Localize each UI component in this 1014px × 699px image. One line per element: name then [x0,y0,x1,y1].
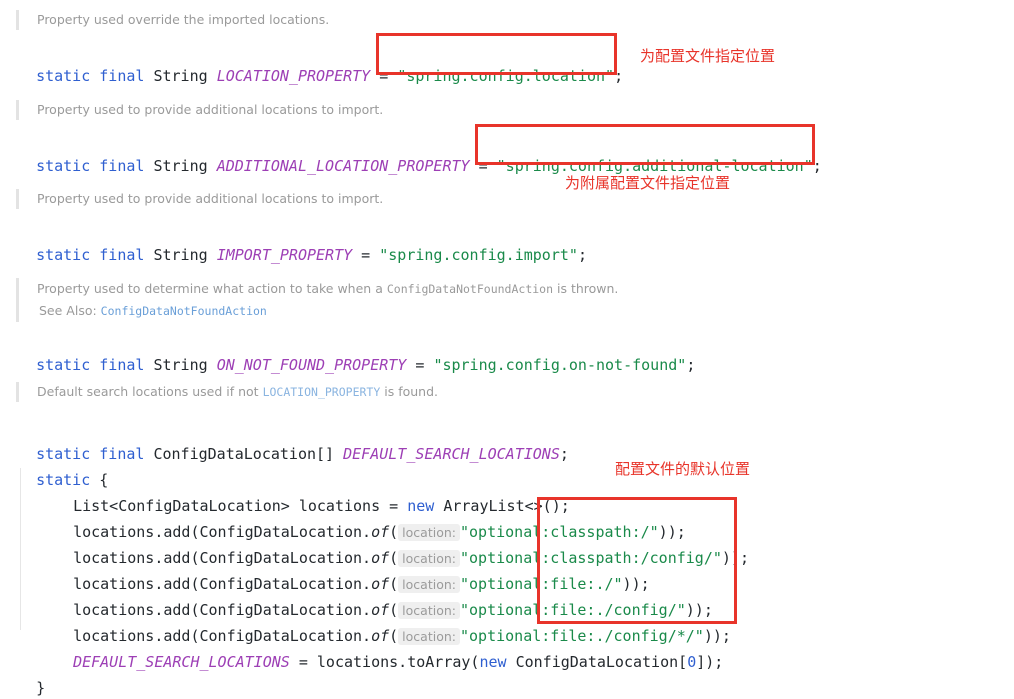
javadoc-code-ref: ConfigDataNotFoundAction [386,282,554,296]
javadoc-default-search-locations: Default search locations used if not LOC… [16,382,438,402]
code-line-import-property: static final String IMPORT_PROPERTY = "s… [18,222,587,266]
code-line-on-not-found-property: static final String ON_NOT_FOUND_PROPERT… [18,332,695,376]
type-name: String [153,157,208,175]
javadoc-additional-location-property: Property used to provide additional loca… [16,100,383,120]
javadoc-code-ref: LOCATION_PROPERTY [262,385,381,399]
field-name: ON_NOT_FOUND_PROPERTY [216,356,407,374]
string-literal: "spring.config.location" [397,67,615,85]
indent-guide [20,468,21,630]
string-literal: "spring.config.on-not-found" [433,356,687,374]
annotation-note-additional-location: 为附属配置文件指定位置 [565,174,731,192]
type-name: String [153,246,208,264]
close-brace: } [36,679,46,697]
code-line-to-array: DEFAULT_SEARCH_LOCATIONS = locations.toA… [55,629,723,673]
semicolon: ; [686,356,696,374]
code-line-location-property: static final String LOCATION_PROPERTY = … [18,43,623,87]
see-also-link[interactable]: ConfigDataNotFoundAction [101,304,267,318]
equals-operator: = [406,356,434,374]
annotation-note-default-locations: 配置文件的默认位置 [615,460,751,478]
annotation-note-location: 为配置文件指定位置 [640,47,776,65]
code-line-static-block-close: } [18,655,45,699]
field-name: IMPORT_PROPERTY [216,246,353,264]
javadoc-import-property: Property used to provide additional loca… [16,189,383,209]
javadoc-text: Property used to provide additional loca… [37,102,384,117]
type-name: ConfigDataLocation[] [153,445,335,463]
javadoc-text: Property used override the imported loca… [37,12,330,27]
javadoc-location-property: Property used override the imported loca… [16,10,329,30]
string-literal: "spring.config.import" [379,246,578,264]
javadoc-text-tail: is found. [380,384,438,399]
type-name: String [153,356,208,374]
see-also-label: See Also: [39,303,101,318]
equals-operator: = [370,67,398,85]
line-tail: ]); [696,653,724,671]
type-name: String [153,67,208,85]
new-keyword: new [479,653,507,671]
call-suffix: )); [721,549,749,567]
semicolon: ; [559,445,569,463]
semicolon: ; [614,67,624,85]
field-name: ADDITIONAL_LOCATION_PROPERTY [216,157,470,175]
code-line-additional-location-property: static final String ADDITIONAL_LOCATION_… [18,133,822,177]
modifiers-keyword: static final [36,157,145,175]
modifiers-keyword: static final [36,356,145,374]
javadoc-text: Property used to provide additional loca… [37,191,384,206]
field-name: DEFAULT_SEARCH_LOCATIONS [73,653,290,671]
array-type: ConfigDataLocation[ [506,653,688,671]
semicolon: ; [577,246,587,264]
modifiers-keyword: static final [36,67,145,85]
javadoc-see-also-line: See Also: ConfigDataNotFoundAction [37,300,618,322]
javadoc-line: Property used to determine what action t… [37,278,618,300]
javadoc-text: Default search locations used if not [37,384,263,399]
field-name: DEFAULT_SEARCH_LOCATIONS [343,445,560,463]
number-literal: 0 [687,653,697,671]
javadoc-on-not-found-property: Property used to determine what action t… [16,278,618,322]
equals-operator: = [352,246,380,264]
assignment-expression: = locations.toArray( [289,653,480,671]
javadoc-text: Property used to determine what action t… [37,281,387,296]
javadoc-text-tail: is thrown. [553,281,619,296]
modifiers-keyword: static final [36,246,145,264]
equals-operator: = [469,157,497,175]
semicolon: ; [812,157,822,175]
field-name: LOCATION_PROPERTY [216,67,371,85]
